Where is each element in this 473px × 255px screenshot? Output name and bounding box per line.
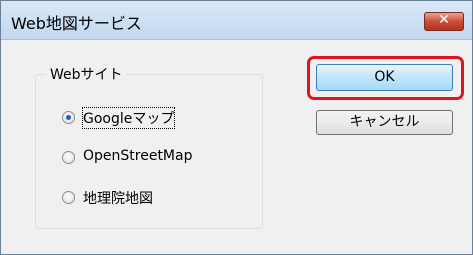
radio-button-google-maps[interactable] xyxy=(62,111,75,124)
website-group-label: Webサイト xyxy=(46,64,127,84)
title-bar[interactable]: Web地図サービス ✕ xyxy=(1,1,472,40)
radio-button-openstreetmap[interactable] xyxy=(62,151,75,164)
ok-button[interactable]: OK xyxy=(316,64,453,91)
close-button[interactable]: ✕ xyxy=(424,12,464,31)
dialog-title: Web地図サービス xyxy=(11,14,142,33)
radio-label-gsi-maps: 地理院地図 xyxy=(83,191,153,207)
cancel-button[interactable]: キャンセル xyxy=(316,110,453,135)
radio-label-google-maps: Googleマップ xyxy=(81,107,176,129)
radio-button-gsi-maps[interactable] xyxy=(62,191,75,204)
close-icon: ✕ xyxy=(438,12,450,28)
radio-label-openstreetmap: OpenStreetMap xyxy=(83,148,193,164)
